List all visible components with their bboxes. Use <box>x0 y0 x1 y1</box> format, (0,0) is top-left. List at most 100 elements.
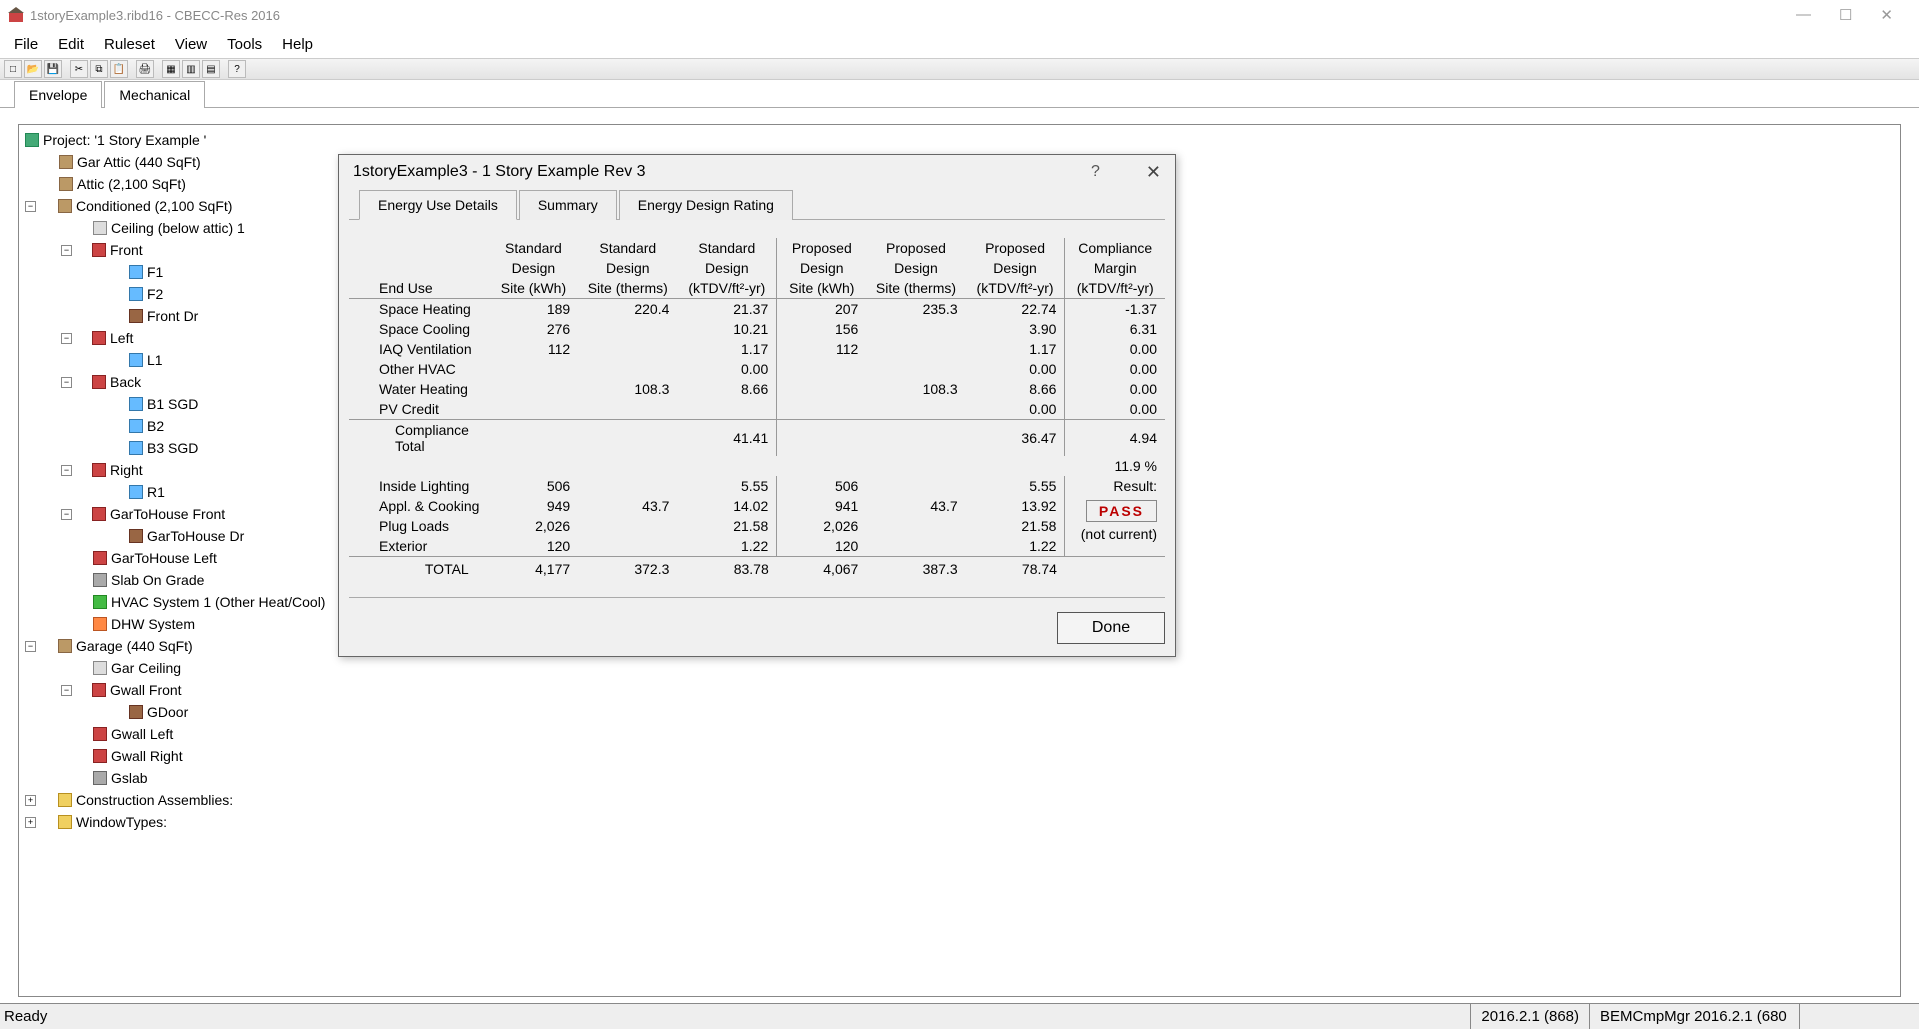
status-empty <box>1799 1004 1919 1029</box>
collapse-icon[interactable]: − <box>61 465 72 476</box>
cell <box>866 536 965 557</box>
tree-item[interactable]: B1 SGD <box>147 393 198 415</box>
cell <box>777 420 867 457</box>
menu-ruleset[interactable]: Ruleset <box>94 32 165 57</box>
collapse-icon[interactable]: − <box>61 245 72 256</box>
tree-item[interactable]: DHW System <box>111 613 195 635</box>
cell: 112 <box>489 339 578 359</box>
menu-bar: File Edit Ruleset View Tools Help <box>0 30 1919 58</box>
tree-item[interactable]: GDoor <box>147 701 188 723</box>
menu-view[interactable]: View <box>165 32 217 57</box>
wall-icon <box>92 243 106 257</box>
tree-item[interactable]: Front Dr <box>147 305 198 327</box>
tree-item[interactable]: Front <box>110 239 143 261</box>
tool3-icon[interactable]: ▤ <box>202 60 220 78</box>
cell: 387.3 <box>866 557 965 580</box>
cell: 120 <box>777 536 867 557</box>
tree-project[interactable]: Project: '1 Story Example ' <box>43 129 206 151</box>
tree-item[interactable]: B2 <box>147 415 164 437</box>
tree-item[interactable]: R1 <box>147 481 165 503</box>
tree-item[interactable]: L1 <box>147 349 163 371</box>
tree-item[interactable]: Construction Assemblies: <box>76 789 233 811</box>
close-icon[interactable]: ✕ <box>1146 162 1161 183</box>
paste-icon[interactable]: 📋 <box>110 60 128 78</box>
cut-icon[interactable]: ✂ <box>70 60 88 78</box>
cell: 83.78 <box>677 557 776 580</box>
cell: 0.00 <box>1065 399 1165 420</box>
tab-mechanical[interactable]: Mechanical <box>104 81 205 108</box>
tree-item[interactable]: Slab On Grade <box>111 569 204 591</box>
row-label: Other HVAC <box>349 359 489 379</box>
tree-item[interactable]: F1 <box>147 261 163 283</box>
collapse-icon[interactable]: − <box>61 685 72 696</box>
cell: 4,067 <box>777 557 867 580</box>
tree-item[interactable]: GarToHouse Left <box>111 547 217 569</box>
tree-item[interactable]: GarToHouse Front <box>110 503 225 525</box>
expand-icon[interactable]: + <box>25 817 36 828</box>
tree-item[interactable]: Back <box>110 371 141 393</box>
zone-icon <box>58 639 72 653</box>
cell: 8.66 <box>677 379 776 399</box>
tree-item[interactable]: Garage (440 SqFt) <box>76 635 193 657</box>
tree-item[interactable]: F2 <box>147 283 163 305</box>
collapse-icon[interactable]: − <box>61 509 72 520</box>
collapse-icon[interactable]: − <box>25 201 36 212</box>
menu-edit[interactable]: Edit <box>48 32 94 57</box>
tree-item[interactable]: HVAC System 1 (Other Heat/Cool) <box>111 591 325 613</box>
tree-item[interactable]: Gwall Right <box>111 745 183 767</box>
tree-item[interactable]: Conditioned (2,100 SqFt) <box>76 195 232 217</box>
menu-tools[interactable]: Tools <box>217 32 272 57</box>
expand-icon[interactable]: + <box>25 795 36 806</box>
tool1-icon[interactable]: ▦ <box>162 60 180 78</box>
col-header: Proposed <box>866 238 965 258</box>
open-icon[interactable]: 📂 <box>24 60 42 78</box>
cell <box>777 399 867 420</box>
cell <box>489 399 578 420</box>
dialog-title: 1storyExample3 - 1 Story Example Rev 3 <box>353 163 646 181</box>
row-label: Exterior <box>349 536 489 557</box>
tab-envelope[interactable]: Envelope <box>14 81 102 108</box>
cell: 4,177 <box>489 557 578 580</box>
cell: 0.00 <box>966 399 1065 420</box>
tree-item[interactable]: Gslab <box>111 767 148 789</box>
project-icon <box>25 133 39 147</box>
collapse-icon[interactable]: − <box>61 333 72 344</box>
cell: 13.92 <box>966 496 1065 516</box>
tree-item[interactable]: GarToHouse Dr <box>147 525 244 547</box>
tab-summary[interactable]: Summary <box>519 190 617 220</box>
tool2-icon[interactable]: ▥ <box>182 60 200 78</box>
status-bem: BEMCmpMgr 2016.2.1 (680 <box>1589 1004 1799 1029</box>
tab-energy-details[interactable]: Energy Use Details <box>359 190 517 220</box>
save-icon[interactable]: 💾 <box>44 60 62 78</box>
collapse-icon[interactable]: − <box>61 377 72 388</box>
tree-item[interactable]: Attic (2,100 SqFt) <box>77 173 186 195</box>
copy-icon[interactable]: ⧉ <box>90 60 108 78</box>
about-icon[interactable]: ? <box>228 60 246 78</box>
tree-item[interactable]: Right <box>110 459 143 481</box>
tree-item[interactable]: Ceiling (below attic) 1 <box>111 217 245 239</box>
col-header: Site (kWh) <box>777 278 867 299</box>
tree-item[interactable]: Gwall Front <box>110 679 182 701</box>
tab-energy-rating[interactable]: Energy Design Rating <box>619 190 793 220</box>
maximize-icon[interactable]: ☐ <box>1839 6 1852 24</box>
wall-icon <box>92 683 106 697</box>
minimize-icon[interactable]: — <box>1796 6 1811 24</box>
cell: 43.7 <box>866 496 965 516</box>
tree-item[interactable]: WindowTypes: <box>76 811 167 833</box>
wall-icon <box>93 749 107 763</box>
tree-item[interactable]: B3 SGD <box>147 437 198 459</box>
menu-help[interactable]: Help <box>272 32 323 57</box>
print-icon[interactable]: 🖨 <box>136 60 154 78</box>
tree-item[interactable]: Gar Ceiling <box>111 657 181 679</box>
help-icon[interactable]: ? <box>1091 163 1100 181</box>
collapse-icon[interactable]: − <box>25 641 36 652</box>
col-header: (kTDV/ft²-yr) <box>966 278 1065 299</box>
tree-item[interactable]: Gar Attic (440 SqFt) <box>77 151 201 173</box>
done-button[interactable]: Done <box>1057 612 1165 644</box>
close-icon[interactable]: ✕ <box>1880 6 1893 24</box>
window-icon <box>129 353 143 367</box>
tree-item[interactable]: Left <box>110 327 133 349</box>
new-icon[interactable]: □ <box>4 60 22 78</box>
menu-file[interactable]: File <box>4 32 48 57</box>
tree-item[interactable]: Gwall Left <box>111 723 173 745</box>
